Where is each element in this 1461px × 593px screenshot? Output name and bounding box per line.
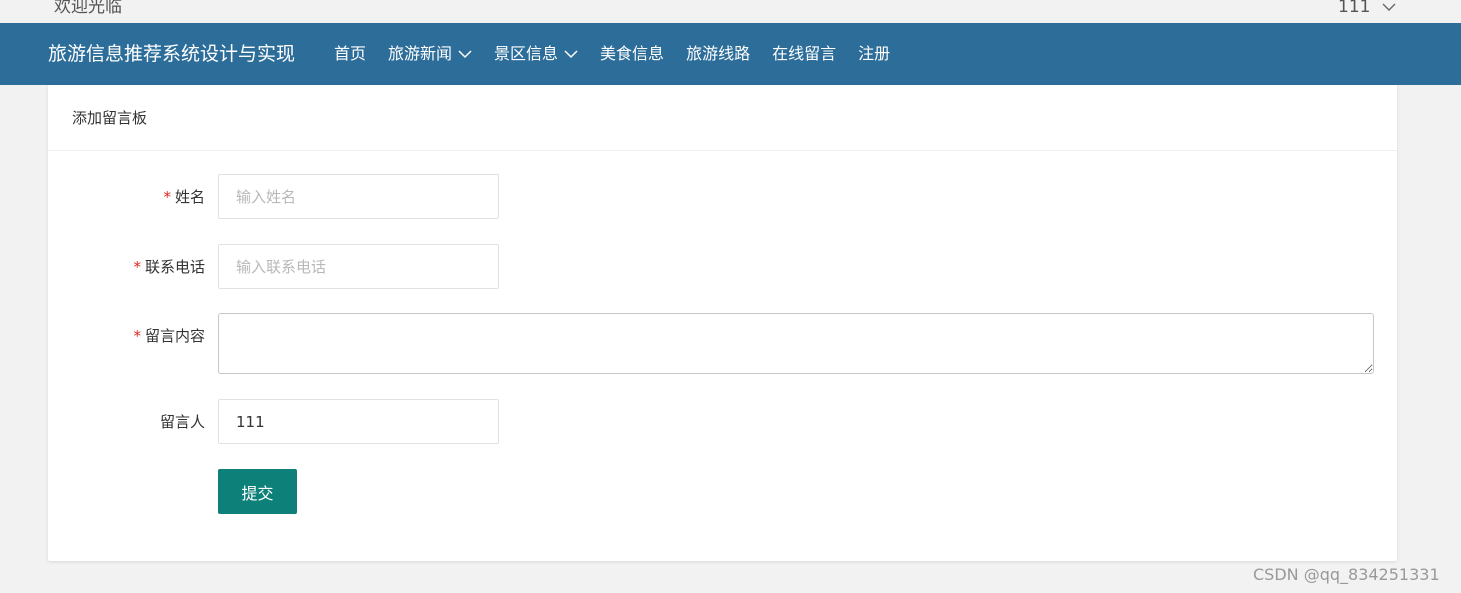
name-input[interactable] [218,174,499,219]
top-bar: 欢迎光临 111 [0,0,1461,23]
nav-item-label: 旅游新闻 [388,44,453,63]
welcome-text: 欢迎光临 [54,0,122,17]
nav-item-label: 旅游线路 [686,44,751,63]
card-title: 添加留言板 [48,85,1397,151]
nav-item-travel-routes[interactable]: 旅游线路 [686,41,750,67]
name-label: * 姓名 [163,188,205,206]
phone-label: * 联系电话 [133,258,205,276]
nav-item-travel-news[interactable]: 旅游新闻 [388,41,472,67]
message-form-card: 添加留言板 *姓名 *联系电话 *留言内容 留言人 提交 [48,85,1397,561]
main-navbar: 旅游信息推荐系统设计与实现 首页 旅游新闻 景区信息 美食信息 旅游线路 在线留… [0,23,1461,85]
user-menu[interactable]: 111 [1338,0,1396,20]
username: 111 [1338,0,1371,17]
chevron-down-icon [1382,2,1396,12]
content-textarea[interactable] [218,313,1374,374]
nav-menu: 首页 旅游新闻 景区信息 美食信息 旅游线路 在线留言 注册 [334,41,912,67]
chevron-down-icon [458,49,472,59]
nav-item-label: 首页 [334,44,367,63]
chevron-down-icon [564,49,578,59]
nav-item-food-info[interactable]: 美食信息 [600,41,664,67]
author-input[interactable] [218,399,499,444]
nav-item-label: 景区信息 [494,44,559,63]
nav-item-register[interactable]: 注册 [858,41,890,67]
nav-item-home[interactable]: 首页 [334,41,366,67]
content-label: * 留言内容 [133,327,205,345]
required-mark: * [133,258,141,276]
required-mark: * [163,188,171,206]
nav-item-online-message[interactable]: 在线留言 [772,41,836,67]
nav-item-label: 在线留言 [772,44,837,63]
nav-item-scenic-info[interactable]: 景区信息 [494,41,578,67]
nav-item-label: 美食信息 [600,44,665,63]
nav-item-label: 注册 [858,44,891,63]
required-mark: * [133,327,141,345]
author-label: 留言人 [159,413,205,431]
phone-input[interactable] [218,244,499,289]
brand-title[interactable]: 旅游信息推荐系统设计与实现 [48,41,295,67]
submit-button[interactable]: 提交 [218,469,297,514]
watermark-text: CSDN @qq_834251331 [1253,565,1440,584]
